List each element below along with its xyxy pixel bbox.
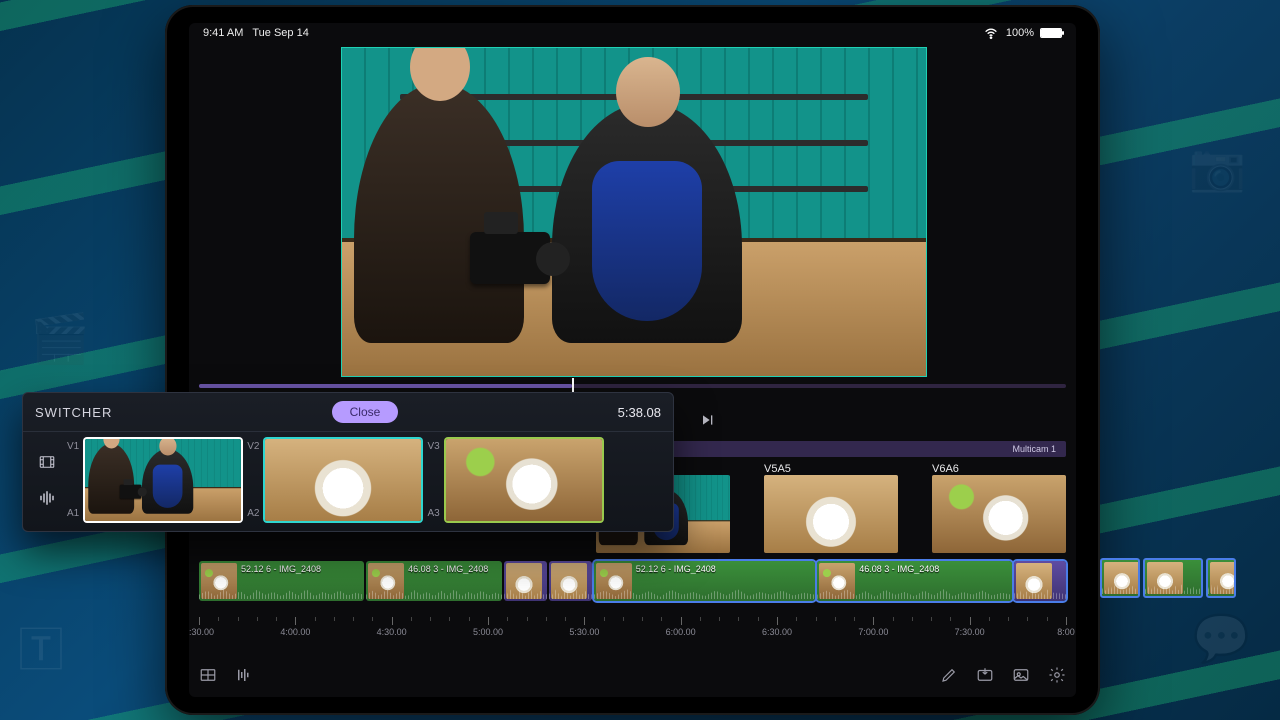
ruler-label: 5:00.00	[473, 627, 503, 637]
status-time: 9:41 AM	[203, 27, 243, 39]
timeline-clip[interactable]	[1206, 558, 1236, 598]
timeline-clip[interactable]: 52.12 6 - IMG_2408	[199, 561, 364, 601]
switcher-timecode: 5:38.08	[618, 405, 661, 420]
tablet-frame: 9:41 AM Tue Sep 14 100%	[165, 5, 1100, 715]
switcher-angle-3[interactable]: V3 A3	[427, 439, 601, 521]
timeline-clip[interactable]	[504, 561, 547, 601]
battery-icon	[1040, 28, 1062, 38]
angle-label-a5: A5	[777, 463, 790, 475]
clip-meta: 52.12 6 - IMG_2408	[241, 564, 360, 574]
clip-meta: 46.08 3 - IMG_2408	[408, 564, 498, 574]
waveform-icon[interactable]	[38, 489, 56, 507]
preview-viewer[interactable]	[341, 47, 927, 377]
switcher-angle-1[interactable]: V1 A1	[67, 439, 241, 521]
wifi-icon	[982, 24, 1000, 42]
ruler-label: 3:30.00	[189, 627, 214, 637]
ruler-label: 4:30.00	[377, 627, 407, 637]
timeline-clip[interactable]	[1014, 561, 1066, 601]
timeline-clip[interactable]	[549, 561, 592, 601]
layout-icon[interactable]	[199, 666, 217, 684]
ruler-label: 7:30.00	[955, 627, 985, 637]
time-ruler[interactable]: 3:30.004:00.004:30.005:00.005:30.006:00.…	[199, 617, 1066, 647]
ruler-label: 6:30.00	[762, 627, 792, 637]
film-icon[interactable]	[38, 453, 56, 471]
switcher-a1-label: A1	[67, 508, 79, 519]
switcher-angle-2[interactable]: V2 A2	[247, 439, 421, 521]
mini-timeline-fill	[199, 384, 572, 388]
switcher-a3-label: A3	[427, 508, 439, 519]
switcher-v1-label: V1	[67, 441, 79, 452]
timeline-clip[interactable]: 46.08 3 - IMG_2408	[817, 561, 1011, 601]
clip-meta: 46.08 3 - IMG_2408	[859, 564, 1007, 574]
ruler-label: 7:00.00	[858, 627, 888, 637]
ruler-label: 8:00	[1057, 627, 1075, 637]
timeline-clip[interactable]	[1143, 558, 1203, 598]
switcher-v2-label: V2	[247, 441, 259, 452]
angle-5[interactable]: V5A5	[740, 463, 898, 553]
switcher-a2-label: A2	[247, 508, 259, 519]
media-icon[interactable]	[1012, 666, 1030, 684]
preview-scene	[342, 48, 926, 376]
timeline-clip[interactable]: 46.08 3 - IMG_2408	[366, 561, 502, 601]
switcher-panel: SWITCHER Close 5:38.08 V1 A1 V2 A2 V3 A3	[22, 392, 674, 532]
ruler-label: 6:00.00	[666, 627, 696, 637]
tracks-icon[interactable]	[235, 666, 253, 684]
timeline-clip[interactable]	[1100, 558, 1140, 598]
clip-meta: 52.12 6 - IMG_2408	[636, 564, 812, 574]
status-battery-pct: 100%	[1006, 27, 1034, 39]
settings-icon[interactable]	[1048, 666, 1066, 684]
angle-6[interactable]: V6A6	[908, 463, 1066, 553]
ruler-label: 5:30.00	[569, 627, 599, 637]
multicam-name: Multicam 1	[1012, 444, 1056, 454]
ruler-label: 4:00.00	[280, 627, 310, 637]
timeline[interactable]: 52.12 6 - IMG_2408 46.08 3 - IMG_2408 52.1…	[199, 561, 1066, 609]
skip-next-button[interactable]	[699, 412, 715, 428]
switcher-v3-label: V3	[427, 441, 439, 452]
angle-label-a6: A6	[945, 463, 958, 475]
angle-label-v5: V5	[764, 463, 777, 475]
screen: 9:41 AM Tue Sep 14 100%	[189, 23, 1076, 697]
switcher-title: SWITCHER	[35, 405, 112, 420]
import-icon[interactable]	[976, 666, 994, 684]
close-button[interactable]: Close	[332, 401, 399, 423]
bottom-toolbar	[199, 661, 1066, 689]
pencil-icon[interactable]	[940, 666, 958, 684]
overflow-clips	[1100, 558, 1236, 598]
status-bar: 9:41 AM Tue Sep 14 100%	[189, 23, 1076, 43]
angle-label-v6: V6	[932, 463, 945, 475]
timeline-clip[interactable]: 52.12 6 - IMG_2408	[594, 561, 816, 601]
status-date: Tue Sep 14	[252, 27, 308, 39]
